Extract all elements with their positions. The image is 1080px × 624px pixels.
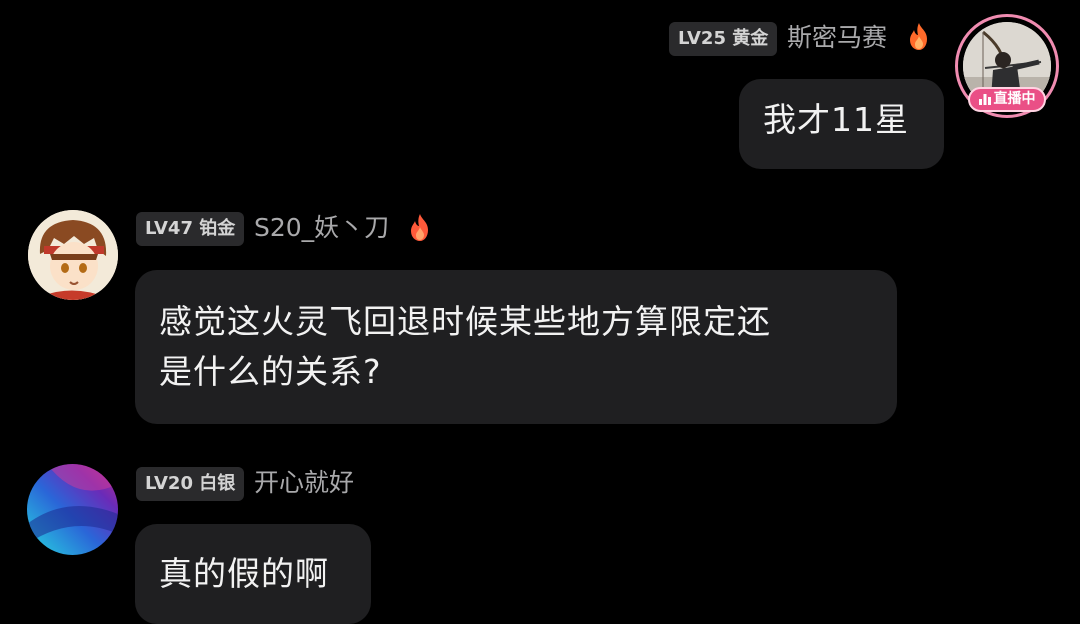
live-bars-icon xyxy=(978,93,991,105)
fire-icon xyxy=(910,23,927,50)
anime-character-avatar[interactable] xyxy=(28,210,118,300)
live-badge-label: 直播中 xyxy=(993,91,1036,107)
message-text-line: 是什么的关系? xyxy=(159,352,382,391)
level-badge: LV47 铂金 xyxy=(136,212,245,246)
message-text: 真的假的啊 xyxy=(159,554,329,593)
level-badge: LV25 黄金 xyxy=(669,22,778,56)
level-badge: LV20 白银 xyxy=(136,467,245,501)
username[interactable]: 斯密马赛 xyxy=(787,21,887,55)
fire-icon xyxy=(411,214,428,241)
message-text: 我才11星 xyxy=(763,100,909,139)
username[interactable]: 开心就好 xyxy=(254,466,354,500)
message-bubble[interactable]: 我才11星 xyxy=(739,79,944,169)
live-badge[interactable]: 直播中 xyxy=(968,87,1046,112)
gradient-abstract-avatar[interactable] xyxy=(27,464,118,555)
message-bubble[interactable]: 真的假的啊 xyxy=(135,524,371,624)
message-bubble[interactable]: 感觉这火灵飞回退时候某些地方算限定还 是什么的关系? xyxy=(135,270,897,424)
username[interactable]: S20_妖丶刀 xyxy=(254,211,389,245)
message-text-line: 感觉这火灵飞回退时候某些地方算限定还 xyxy=(159,302,771,341)
